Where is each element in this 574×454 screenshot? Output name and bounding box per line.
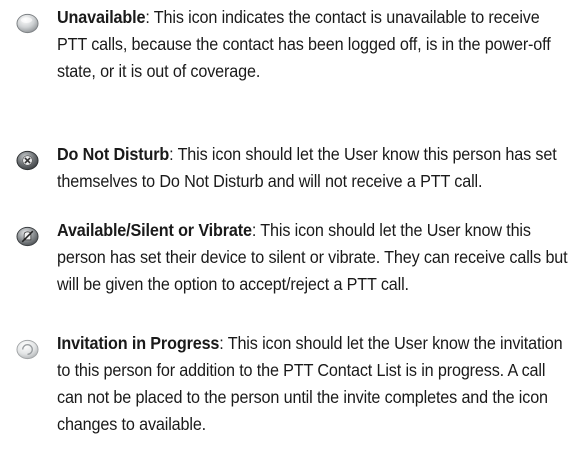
status-term: Unavailable <box>57 7 146 27</box>
status-term: Do Not Disturb <box>57 144 170 164</box>
status-term: Invitation in Progress <box>57 333 220 353</box>
status-description: Available/Silent or Vibrate: This icon s… <box>57 217 570 298</box>
unavailable-status-icon <box>16 12 39 35</box>
silent-vibrate-status-icon <box>16 225 39 248</box>
do-not-disturb-status-icon <box>16 149 39 172</box>
status-term: Available/Silent or Vibrate <box>57 220 252 240</box>
status-description: Unavailable: This icon indicates the con… <box>57 4 570 85</box>
invitation-in-progress-status-icon <box>16 338 39 361</box>
status-description: Do Not Disturb: This icon should let the… <box>57 141 570 195</box>
status-description: Invitation in Progress: This icon should… <box>57 330 570 438</box>
